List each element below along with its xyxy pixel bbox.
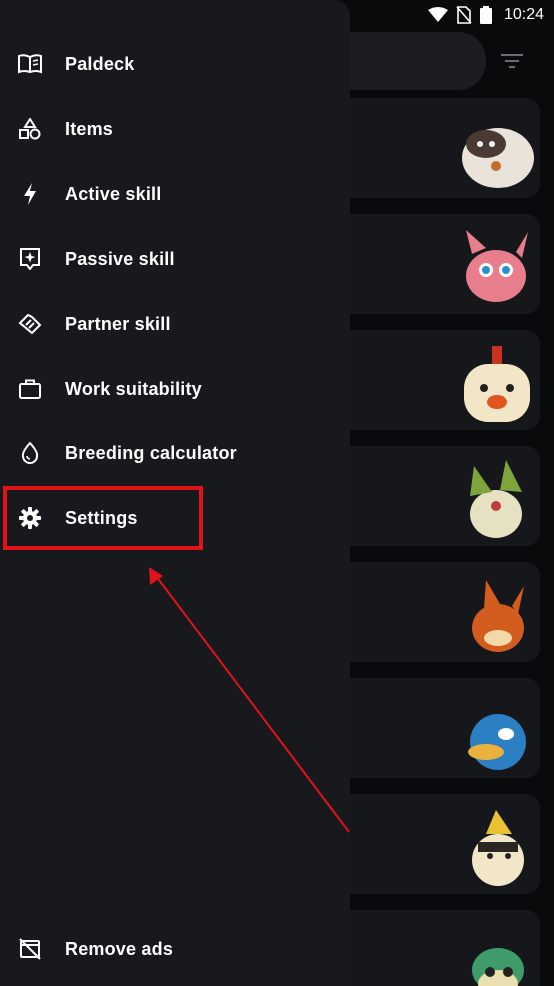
ads-off-icon: [18, 937, 42, 961]
pink-cat-pal-image: [466, 230, 528, 302]
menu-item-label: Remove ads: [65, 938, 174, 959]
menu-item-remove-ads[interactable]: Remove ads: [0, 919, 350, 979]
screen: 10:24 Paldeck Items Active skill Passive…: [0, 0, 554, 986]
sheep-pal-image: [462, 128, 534, 188]
menu-item-paldeck[interactable]: Paldeck: [0, 34, 350, 94]
briefcase-icon: [18, 377, 42, 401]
sparkle-badge-icon: [18, 247, 42, 271]
status-time: 10:24: [503, 6, 544, 23]
menu-item-passive-skill[interactable]: Passive skill: [0, 229, 350, 289]
status-bar: 10:24: [0, 0, 554, 30]
no-sim-icon: [456, 6, 472, 24]
menu-item-label: Paldeck: [65, 53, 135, 74]
egg-icon: [18, 441, 42, 465]
menu-item-label: Breeding calculator: [65, 442, 237, 463]
penguin-pal-image: [468, 714, 526, 770]
fox-pal-image: [472, 580, 524, 652]
wifi-icon: [427, 7, 448, 23]
menu-item-partner-skill[interactable]: Partner skill: [0, 294, 350, 354]
menu-item-label: Passive skill: [65, 248, 175, 269]
electric-pal-image: [472, 810, 524, 886]
green-pal-image: [472, 948, 524, 986]
menu-item-work-suitability[interactable]: Work suitability: [0, 359, 350, 419]
bolt-icon: [18, 182, 42, 206]
menu-item-label: Partner skill: [65, 313, 171, 334]
menu-item-items[interactable]: Items: [0, 99, 350, 159]
settings-highlight-box: [3, 486, 203, 550]
menu-item-label: Items: [65, 118, 114, 139]
filter-icon[interactable]: [494, 44, 530, 78]
menu-item-breeding-calculator[interactable]: Breeding calculator: [0, 423, 350, 483]
book-icon: [18, 52, 42, 76]
menu-item-label: Active skill: [65, 183, 162, 204]
handshake-icon: [18, 312, 42, 336]
menu-item-label: Work suitability: [65, 378, 202, 399]
menu-item-active-skill[interactable]: Active skill: [0, 164, 350, 224]
battery-icon: [479, 6, 492, 24]
shapes-icon: [18, 117, 42, 141]
leaf-pal-image: [470, 460, 522, 538]
chicken-pal-image: [464, 346, 530, 422]
